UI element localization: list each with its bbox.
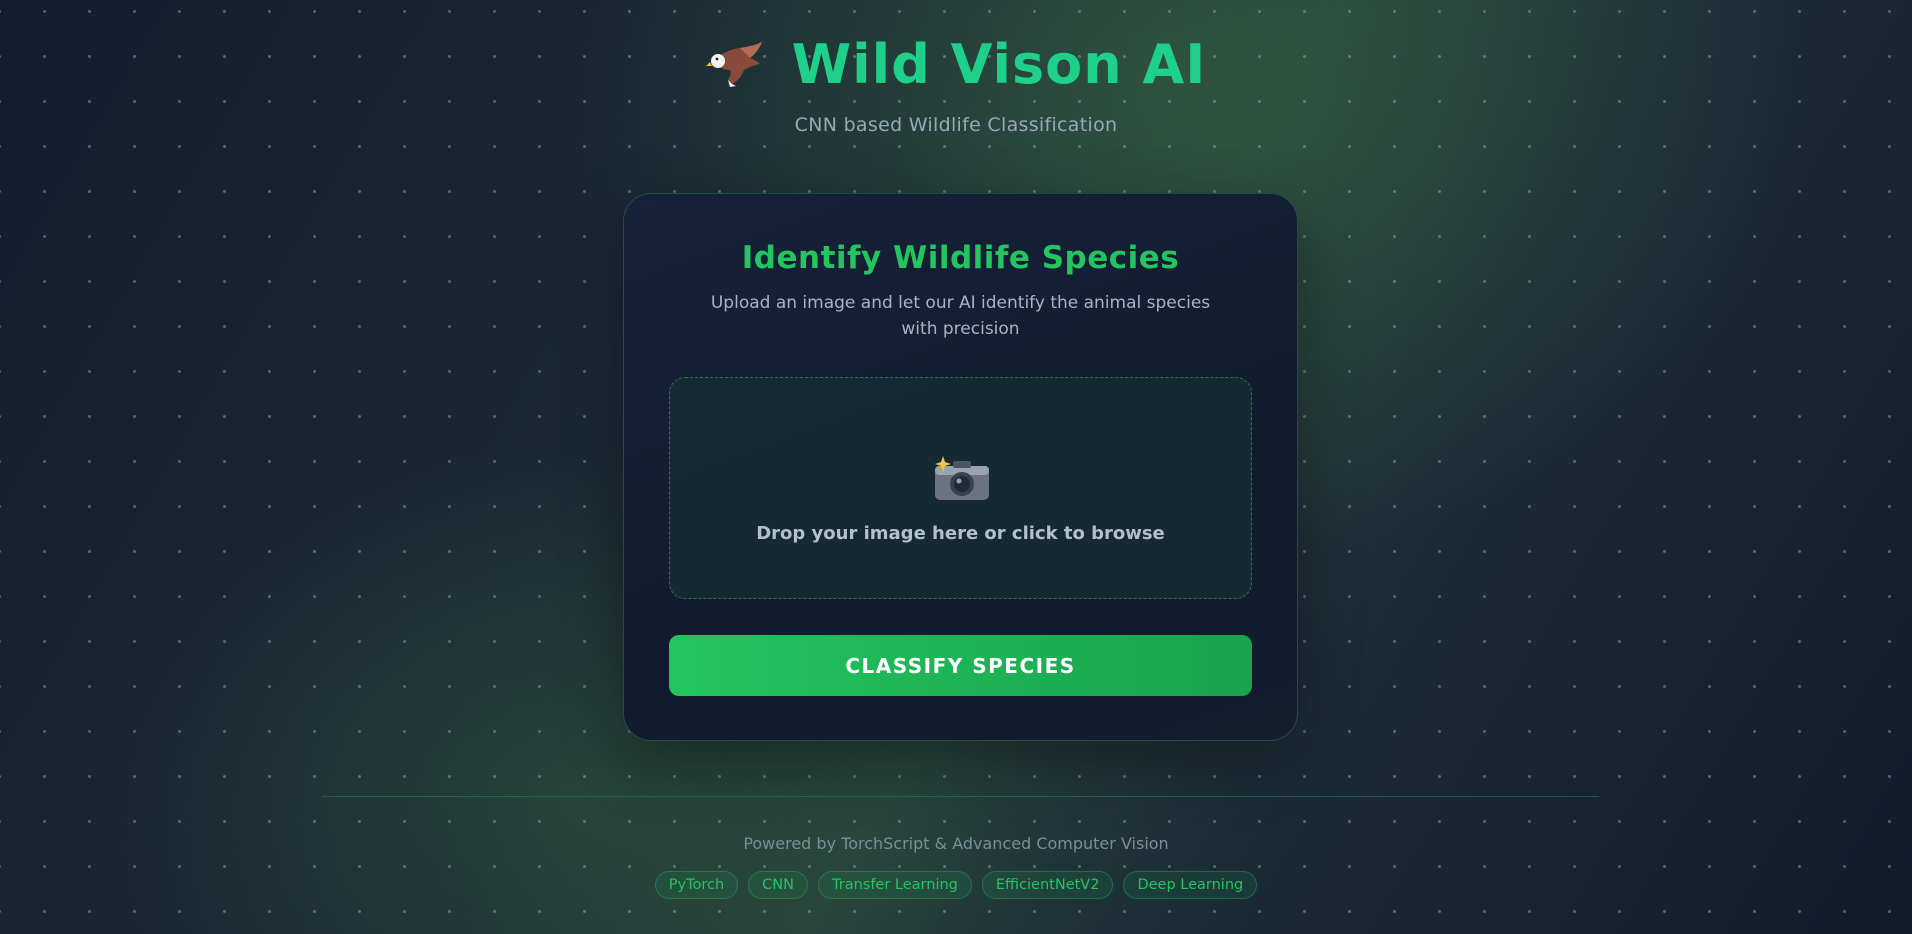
dropzone-text: Drop your image here or click to browse: [756, 523, 1165, 544]
tag-deep-learning: Deep Learning: [1123, 871, 1258, 899]
tag-cnn: CNN: [748, 871, 808, 899]
page-header: Wild Vison AI CNN based Wildlife Classif…: [0, 28, 1912, 136]
tech-tags: PyTorch CNN Transfer Learning EfficientN…: [0, 871, 1912, 899]
powered-by-text: Powered by TorchScript & Advanced Comput…: [743, 834, 1169, 853]
camera-icon: [933, 454, 991, 502]
card-title: Identify Wildlife Species: [741, 240, 1180, 276]
classifier-card: Identify Wildlife Species Upload an imag…: [623, 193, 1298, 741]
app-subtitle: CNN based Wildlife Classification: [794, 114, 1118, 136]
footer-divider: [322, 796, 1599, 797]
image-dropzone[interactable]: Drop your image here or click to browse: [669, 377, 1252, 599]
tag-efficientnetv2: EfficientNetV2: [981, 871, 1114, 899]
app-title: Wild Vison AI: [791, 32, 1207, 96]
tag-pytorch: PyTorch: [654, 871, 739, 899]
card-description: Upload an image and let our AI identify …: [710, 293, 1211, 339]
classify-species-button[interactable]: CLASSIFY SPECIES: [669, 635, 1252, 696]
tag-transfer-learning: Transfer Learning: [818, 871, 972, 899]
eagle-icon: [705, 40, 766, 88]
title-row: Wild Vison AI: [0, 28, 1912, 100]
page: { "header": { "logo_icon": "eagle-icon",…: [0, 0, 1912, 934]
